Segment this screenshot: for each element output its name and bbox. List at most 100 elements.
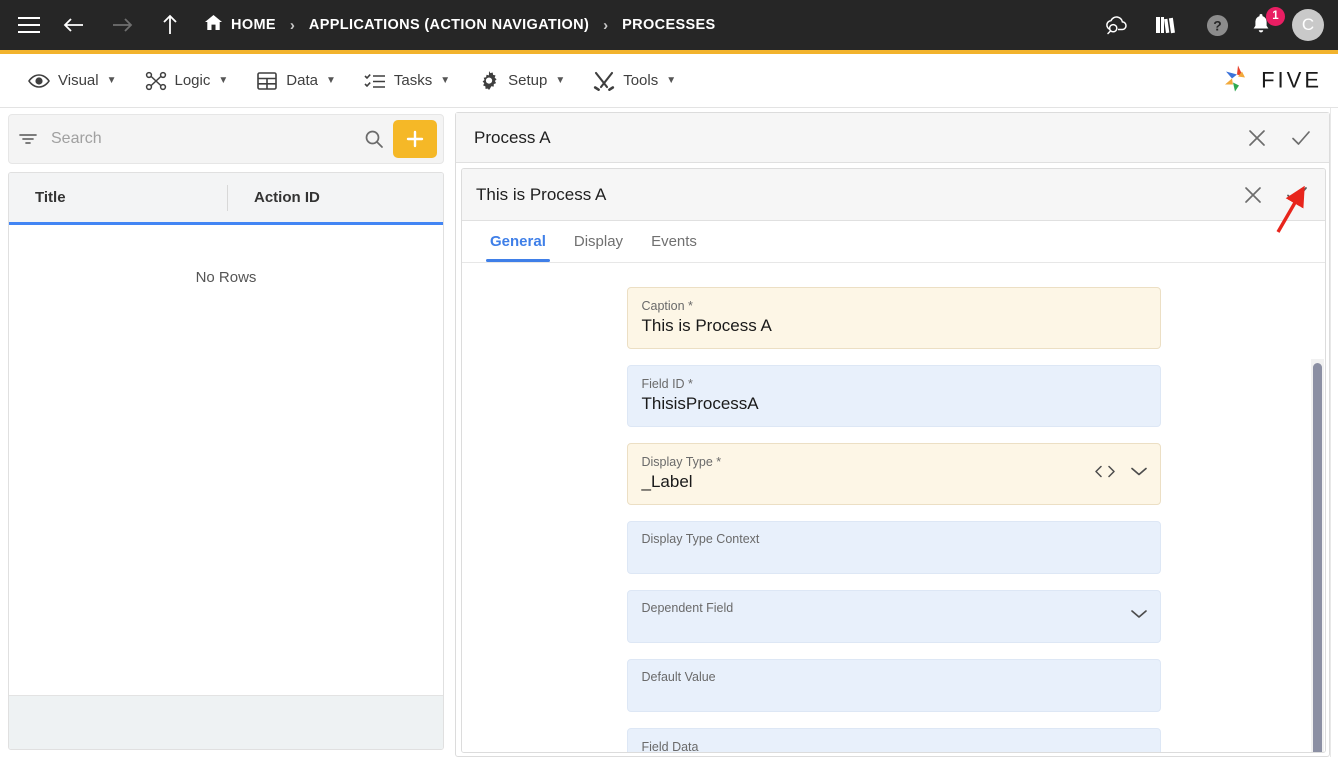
five-logo-text: FIVE bbox=[1261, 67, 1322, 93]
menu-label-tasks: Tasks bbox=[393, 72, 433, 89]
menu-label-data: Data bbox=[286, 72, 318, 89]
breadcrumb-processes[interactable]: PROCESSES bbox=[622, 17, 715, 33]
chevron-down-icon: ▼ bbox=[666, 75, 677, 86]
chevron-down-icon[interactable] bbox=[1130, 465, 1148, 483]
chevron-down-icon: ▼ bbox=[218, 75, 229, 86]
menu-label-visual: Visual bbox=[58, 72, 99, 89]
menu-label-logic: Logic bbox=[174, 72, 211, 89]
grid-body: No Rows bbox=[9, 225, 443, 695]
menu-label-setup: Setup bbox=[508, 72, 548, 89]
field-caption[interactable]: Caption * This is Process A bbox=[626, 287, 1161, 349]
application-menu-bar: Visual ▼ Logic ▼ Data ▼ Tasks ▼ Setup ▼ … bbox=[0, 54, 1338, 108]
records-grid: Title Action ID No Rows bbox=[8, 172, 444, 750]
help-icon[interactable]: ? bbox=[1200, 8, 1234, 42]
right-detail-panel: Process A This is Process A General Disp… bbox=[455, 112, 1330, 757]
page-title: Process A bbox=[474, 127, 551, 147]
field-editor-title: This is Process A bbox=[476, 184, 607, 204]
close-x-icon[interactable] bbox=[1231, 172, 1275, 218]
breadcrumb-separator-1: › bbox=[289, 16, 295, 34]
search-bar bbox=[8, 114, 444, 164]
arrow-up-icon[interactable] bbox=[153, 8, 187, 42]
add-record-button[interactable] bbox=[393, 120, 437, 158]
breadcrumb-applications[interactable]: APPLICATIONS (ACTION NAVIGATION) bbox=[309, 17, 589, 33]
search-input[interactable] bbox=[41, 130, 361, 148]
grid-column-action-id[interactable]: Action ID bbox=[227, 184, 443, 211]
breadcrumb-label-home: HOME bbox=[231, 17, 276, 33]
menu-item-setup[interactable]: Setup ▼ bbox=[464, 61, 579, 101]
tab-general[interactable]: General bbox=[476, 221, 560, 262]
confirm-check-icon[interactable] bbox=[1275, 172, 1319, 218]
menu-item-visual[interactable]: Visual ▼ bbox=[14, 61, 131, 101]
magnifier-icon[interactable] bbox=[361, 129, 387, 149]
field-editor-tabs: General Display Events bbox=[462, 221, 1325, 263]
field-default-value-label: Default Value bbox=[641, 669, 716, 684]
field-caption-label: Caption * bbox=[641, 299, 693, 313]
process-record-card: Process A This is Process A General Disp… bbox=[455, 112, 1330, 757]
field-form: Caption * This is Process A Field ID * T… bbox=[626, 287, 1161, 752]
field-dependent-field-value bbox=[642, 616, 1146, 640]
close-x-icon[interactable] bbox=[1235, 116, 1279, 160]
grid-header-row: Title Action ID bbox=[9, 173, 443, 225]
form-scrollbar-thumb[interactable] bbox=[1313, 363, 1322, 752]
page-vertical-scrollbar[interactable] bbox=[1330, 108, 1338, 757]
avatar[interactable]: C bbox=[1292, 9, 1324, 41]
home-icon bbox=[205, 15, 222, 35]
field-display-type[interactable]: Display Type * _Label bbox=[626, 442, 1161, 505]
field-form-scroll-area[interactable]: Caption * This is Process A Field ID * T… bbox=[462, 263, 1325, 752]
field-default-value[interactable]: Default Value bbox=[626, 658, 1161, 712]
field-field-data-label: Field Data bbox=[641, 739, 699, 752]
field-field-id-value: ThisisProcessA bbox=[641, 394, 759, 414]
top-navigation-bar: HOME › APPLICATIONS (ACTION NAVIGATION) … bbox=[0, 0, 1338, 50]
svg-text:?: ? bbox=[1213, 17, 1221, 33]
field-dependent-field[interactable]: Dependent Field bbox=[626, 589, 1161, 643]
topbar-actions: ? 1 C bbox=[1100, 0, 1324, 50]
grid-empty-message: No Rows bbox=[195, 269, 257, 286]
field-display-type-context[interactable]: Display Type Context bbox=[626, 520, 1161, 574]
filter-icon[interactable] bbox=[15, 132, 41, 146]
cloud-search-icon[interactable] bbox=[1100, 8, 1134, 42]
field-display-type-context-value bbox=[642, 547, 1146, 571]
tab-label-events: Events bbox=[651, 233, 697, 250]
tab-display[interactable]: Display bbox=[560, 221, 637, 262]
field-dependent-field-label: Dependent Field bbox=[641, 600, 734, 615]
code-brackets-icon[interactable] bbox=[1094, 464, 1116, 483]
menu-item-tools[interactable]: Tools ▼ bbox=[579, 61, 690, 101]
menu-item-tasks[interactable]: Tasks ▼ bbox=[350, 61, 464, 101]
books-library-icon[interactable] bbox=[1150, 8, 1184, 42]
field-caption-value: This is Process A bbox=[641, 316, 772, 336]
chevron-down-icon: ▼ bbox=[440, 75, 451, 86]
field-field-id[interactable]: Field ID * ThisisProcessA bbox=[626, 364, 1161, 427]
tab-label-general: General bbox=[490, 233, 546, 250]
tab-events[interactable]: Events bbox=[637, 221, 711, 262]
field-dependent-field-actions bbox=[1130, 607, 1148, 625]
chevron-down-icon[interactable] bbox=[1130, 607, 1148, 625]
notifications-button[interactable]: 1 bbox=[1250, 7, 1285, 40]
tab-label-display: Display bbox=[573, 233, 624, 250]
field-field-id-label: Field ID * bbox=[641, 376, 693, 391]
check-icon[interactable] bbox=[1279, 116, 1323, 160]
breadcrumb-home[interactable]: HOME bbox=[205, 15, 276, 35]
logic-nodes-icon bbox=[145, 70, 167, 92]
arrow-right-icon bbox=[105, 8, 139, 42]
process-record-header: Process A bbox=[456, 113, 1329, 163]
form-vertical-scrollbar[interactable] bbox=[1311, 359, 1324, 752]
bell-icon bbox=[1250, 14, 1272, 40]
field-default-value-value bbox=[642, 685, 1146, 709]
field-display-type-label: Display Type * bbox=[641, 454, 722, 469]
menu-item-logic[interactable]: Logic ▼ bbox=[131, 61, 243, 101]
five-logo: FIVE bbox=[1220, 63, 1322, 98]
breadcrumb-separator-2: › bbox=[603, 16, 609, 34]
left-list-panel: Title Action ID No Rows bbox=[0, 108, 452, 757]
tools-cross-icon bbox=[593, 70, 615, 92]
field-field-data[interactable]: Field Data Click to set field data bbox=[626, 727, 1161, 752]
field-editor-card: This is Process A General Display Events… bbox=[461, 168, 1326, 753]
chevron-down-icon: ▼ bbox=[325, 75, 336, 86]
grid-column-title[interactable]: Title bbox=[9, 173, 227, 222]
table-grid-icon bbox=[256, 70, 278, 92]
hamburger-menu-icon[interactable] bbox=[12, 8, 46, 42]
menu-item-data[interactable]: Data ▼ bbox=[242, 61, 350, 101]
arrow-left-icon[interactable] bbox=[57, 8, 91, 42]
field-editor-header: This is Process A bbox=[462, 169, 1325, 221]
gear-icon bbox=[478, 70, 500, 92]
chevron-down-icon: ▼ bbox=[555, 75, 566, 86]
